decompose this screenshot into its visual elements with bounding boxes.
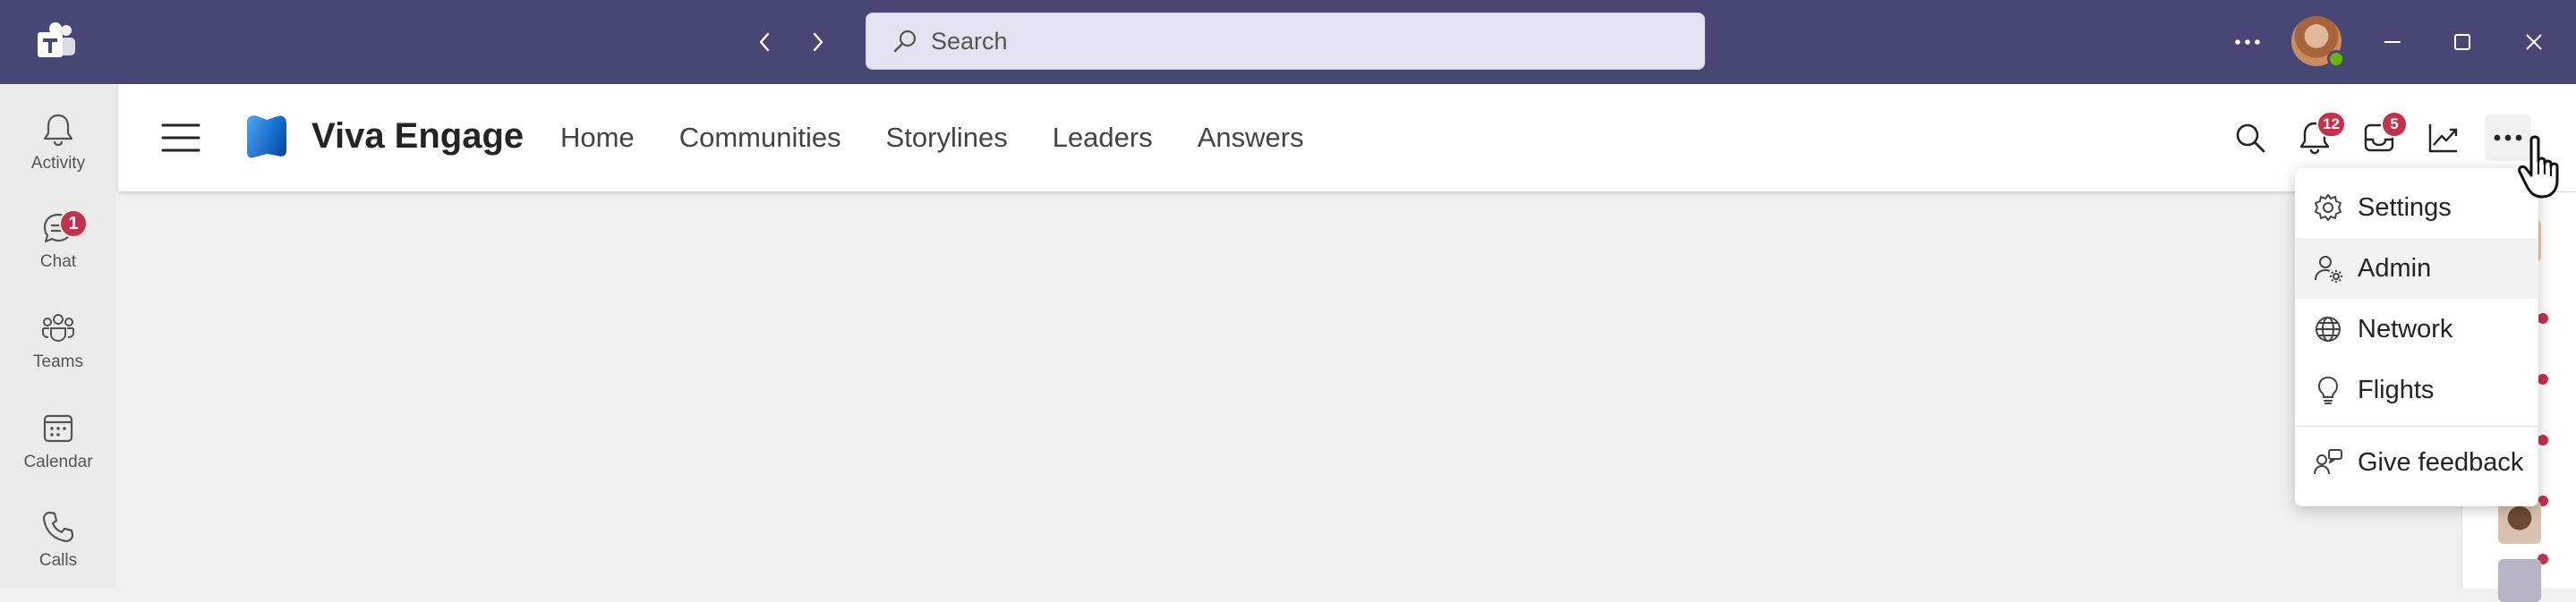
hamburger-menu-icon[interactable] bbox=[161, 120, 200, 156]
menu-item-admin[interactable]: Admin bbox=[2295, 238, 2538, 299]
teams-logo-icon[interactable] bbox=[34, 20, 79, 64]
more-horizontal-icon bbox=[2235, 39, 2260, 45]
panel-avatar bbox=[2498, 501, 2541, 544]
menu-separator bbox=[2295, 426, 2538, 427]
minimize-button[interactable] bbox=[2372, 21, 2413, 63]
close-icon bbox=[2526, 34, 2542, 50]
chevron-left-icon bbox=[759, 32, 770, 52]
menu-item-give-feedback[interactable]: Give feedback bbox=[2295, 432, 2538, 493]
inbox-badge: 5 bbox=[2381, 111, 2408, 138]
search-button[interactable] bbox=[2227, 114, 2273, 161]
more-options-menu: Settings Admin Network Flights Give feed… bbox=[2295, 168, 2538, 506]
feedback-icon bbox=[2314, 449, 2342, 475]
minimize-icon bbox=[2384, 41, 2401, 43]
main-content: Viva Engage Home Communities Storylines … bbox=[118, 84, 2576, 589]
menu-item-flights[interactable]: Flights bbox=[2295, 360, 2538, 420]
panel-avatar bbox=[2498, 559, 2541, 602]
maximize-button[interactable] bbox=[2442, 21, 2483, 63]
nav-communities[interactable]: Communities bbox=[679, 122, 841, 154]
bell-icon bbox=[43, 114, 73, 147]
nav-storylines[interactable]: Storylines bbox=[886, 122, 1008, 154]
calendar-icon bbox=[43, 414, 73, 443]
back-button[interactable] bbox=[745, 21, 786, 63]
search-icon bbox=[2236, 123, 2265, 153]
rail-item-calendar[interactable]: Calendar bbox=[0, 410, 116, 499]
menu-label-network: Network bbox=[2358, 314, 2453, 343]
menu-label-give-feedback: Give feedback bbox=[2358, 447, 2524, 477]
presence-available-icon bbox=[2327, 50, 2345, 68]
gear-icon bbox=[2315, 194, 2341, 221]
nav-answers[interactable]: Answers bbox=[1198, 122, 1304, 154]
menu-label-flights: Flights bbox=[2358, 375, 2435, 404]
forward-button[interactable] bbox=[797, 21, 838, 63]
unread-dot bbox=[2538, 374, 2548, 385]
search-box[interactable] bbox=[866, 13, 1705, 70]
rail-label-teams: Teams bbox=[33, 352, 83, 371]
unread-dot bbox=[2538, 313, 2548, 324]
nav-leaders[interactable]: Leaders bbox=[1053, 122, 1153, 154]
rail-label-calendar: Calendar bbox=[23, 453, 93, 471]
rail-item-activity[interactable]: Activity bbox=[0, 111, 116, 200]
rail-item-calls[interactable]: Calls bbox=[0, 508, 116, 598]
analytics-button[interactable] bbox=[2420, 114, 2467, 161]
phone-icon bbox=[42, 511, 74, 543]
lightbulb-icon bbox=[2317, 376, 2339, 404]
notifications-badge: 12 bbox=[2316, 111, 2346, 138]
rail-item-teams[interactable]: Teams bbox=[0, 309, 116, 399]
rail-label-activity: Activity bbox=[30, 154, 86, 173]
search-input[interactable] bbox=[931, 27, 1647, 55]
teams-icon bbox=[42, 314, 74, 343]
inbox-button[interactable]: 5 bbox=[2356, 111, 2408, 161]
notifications-button[interactable]: 12 bbox=[2291, 111, 2346, 161]
titlebar-more-button[interactable] bbox=[2225, 21, 2270, 63]
menu-label-admin: Admin bbox=[2358, 253, 2432, 283]
admin-icon bbox=[2315, 256, 2342, 283]
hand-cursor-icon bbox=[2518, 135, 2559, 199]
menu-item-network[interactable]: Network bbox=[2295, 299, 2538, 360]
rail-label-calls: Calls bbox=[38, 551, 78, 570]
search-icon bbox=[893, 30, 917, 53]
primary-nav: Home Communities Storylines Leaders Answ… bbox=[560, 122, 1304, 154]
unread-dot bbox=[2538, 435, 2548, 445]
trending-up-icon bbox=[2428, 124, 2458, 153]
chevron-right-icon bbox=[813, 32, 823, 52]
rail-label-chat: Chat bbox=[39, 252, 77, 271]
app-rail: Activity Chat 1 Teams Calendar Calls bbox=[0, 84, 116, 589]
viva-engage-logo-icon bbox=[247, 115, 286, 158]
viva-engage-header: Viva Engage Home Communities Storylines … bbox=[118, 84, 2576, 191]
user-avatar[interactable] bbox=[2291, 16, 2345, 68]
chat-badge: 1 bbox=[59, 209, 88, 238]
globe-icon bbox=[2316, 317, 2341, 342]
title-bar bbox=[0, 0, 2576, 84]
nav-home[interactable]: Home bbox=[560, 122, 635, 154]
close-button[interactable] bbox=[2513, 21, 2555, 63]
rail-item-chat[interactable]: Chat 1 bbox=[0, 209, 116, 299]
menu-item-settings[interactable]: Settings bbox=[2295, 177, 2538, 238]
menu-label-settings: Settings bbox=[2358, 192, 2452, 222]
maximize-icon bbox=[2454, 34, 2470, 50]
app-title: Viva Engage bbox=[311, 116, 525, 156]
